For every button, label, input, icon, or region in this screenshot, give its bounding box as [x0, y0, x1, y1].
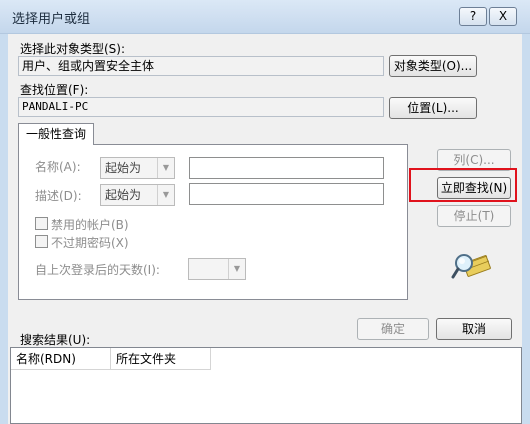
description-match-select[interactable]: 起始为 ▼	[100, 184, 175, 206]
description-match-value: 起始为	[105, 188, 142, 202]
chevron-down-icon: ▼	[228, 259, 245, 279]
disabled-accounts-checkbox[interactable]	[35, 217, 48, 230]
search-results-list[interactable]: 名称(RDN) 所在文件夹	[10, 347, 522, 424]
location-label: 查找位置(F):	[20, 83, 89, 97]
description-input[interactable]	[189, 183, 384, 205]
name-input[interactable]	[189, 157, 384, 179]
chevron-down-icon: ▼	[157, 158, 174, 178]
days-since-logon-label: 自上次登录后的天数(I):	[35, 263, 160, 277]
tab-common-queries[interactable]: 一般性查询	[18, 123, 94, 145]
name-match-select[interactable]: 起始为 ▼	[100, 157, 175, 179]
non-expiring-password-checkbox[interactable]	[35, 235, 48, 248]
stop-button[interactable]: 停止(T)	[437, 205, 511, 227]
name-label: 名称(A):	[35, 160, 81, 174]
window-title: 选择用户或组	[12, 12, 91, 27]
find-now-highlight	[409, 168, 517, 202]
cancel-button[interactable]: 取消	[436, 318, 512, 340]
description-label: 描述(D):	[35, 189, 82, 203]
name-match-value: 起始为	[105, 161, 142, 175]
days-since-logon-select[interactable]: ▼	[188, 258, 246, 280]
column-header-folder[interactable]: 所在文件夹	[111, 348, 211, 370]
locations-button[interactable]: 位置(L)...	[389, 97, 477, 119]
magnifier-icon	[451, 249, 493, 283]
column-header-name[interactable]: 名称(RDN)	[11, 348, 111, 370]
object-types-button[interactable]: 对象类型(O)...	[389, 55, 477, 77]
help-button[interactable]: ?	[459, 7, 487, 26]
chevron-down-icon: ▼	[157, 185, 174, 205]
close-button[interactable]: X	[489, 7, 517, 26]
disabled-accounts-label: 禁用的帐户(B)	[51, 218, 129, 232]
location-field: PANDALI-PC	[18, 97, 384, 117]
object-type-label: 选择此对象类型(S):	[20, 42, 126, 56]
ok-button[interactable]: 确定	[357, 318, 429, 340]
search-results-label: 搜索结果(U):	[20, 333, 91, 347]
non-expiring-password-label: 不过期密码(X)	[51, 236, 129, 250]
object-type-field: 用户、组或内置安全主体	[18, 56, 384, 76]
